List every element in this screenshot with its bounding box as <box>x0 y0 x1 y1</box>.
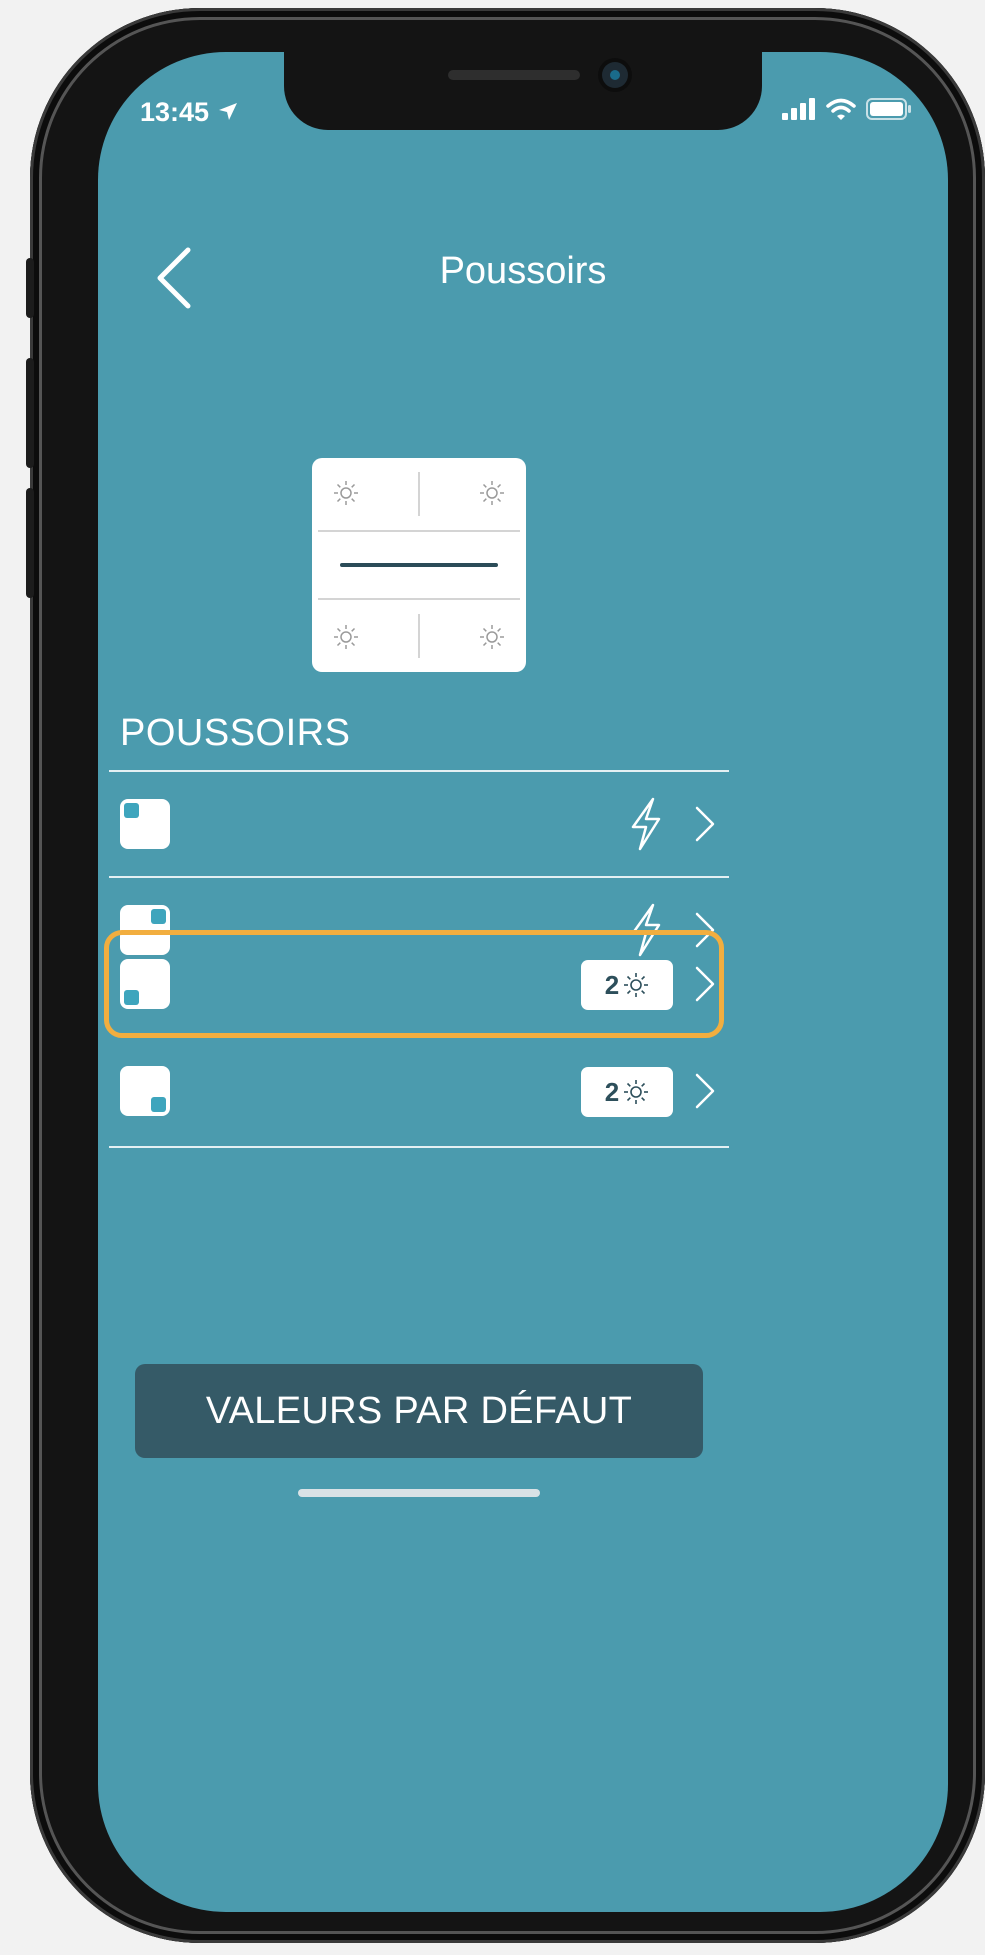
switch-layout <box>318 472 520 658</box>
lightning-icon <box>631 797 661 851</box>
chevron-right-icon <box>695 806 715 842</box>
cellular-signal-icon <box>782 98 815 120</box>
sun-icon <box>480 481 504 505</box>
divider <box>109 1146 729 1148</box>
status-time-text: 13:45 <box>140 97 210 127</box>
notch <box>284 52 762 130</box>
light-count-badge: 2 <box>581 1067 673 1117</box>
side-button-silent <box>26 258 34 318</box>
sun-icon <box>480 625 504 649</box>
page-title: Poussoirs <box>439 250 607 292</box>
list-item-pushbutton-bottom-right[interactable]: 2 <box>109 1039 729 1145</box>
side-button-volume-up <box>26 358 34 468</box>
front-camera <box>602 62 628 88</box>
location-arrow-icon <box>218 103 237 120</box>
switch-preview <box>312 458 526 672</box>
sun-icon <box>334 481 358 505</box>
wifi-icon <box>826 98 856 120</box>
pushbutton-position-icon <box>120 799 170 849</box>
side-button-volume-down <box>26 488 34 598</box>
battery-icon <box>866 98 911 120</box>
status-time: 13:45 <box>140 97 239 128</box>
default-values-button[interactable]: VALEURS PAR DÉFAUT <box>135 1364 703 1458</box>
app-screen: 13:45 Poussoirs POUSSOIRS 2 2 VALEURS PA… <box>98 52 948 1912</box>
chevron-right-icon <box>695 1073 715 1109</box>
home-indicator[interactable] <box>298 1489 540 1497</box>
badge-count: 2 <box>604 1076 620 1107</box>
status-icons <box>782 98 912 120</box>
speaker <box>448 70 580 80</box>
sun-icon <box>624 1080 649 1104</box>
pushbutton-position-icon <box>120 1066 170 1116</box>
section-header: POUSSOIRS <box>120 712 351 754</box>
list-item-pushbutton-top-left[interactable] <box>109 772 729 878</box>
sun-icon <box>334 625 358 649</box>
selection-highlight <box>104 930 724 1038</box>
